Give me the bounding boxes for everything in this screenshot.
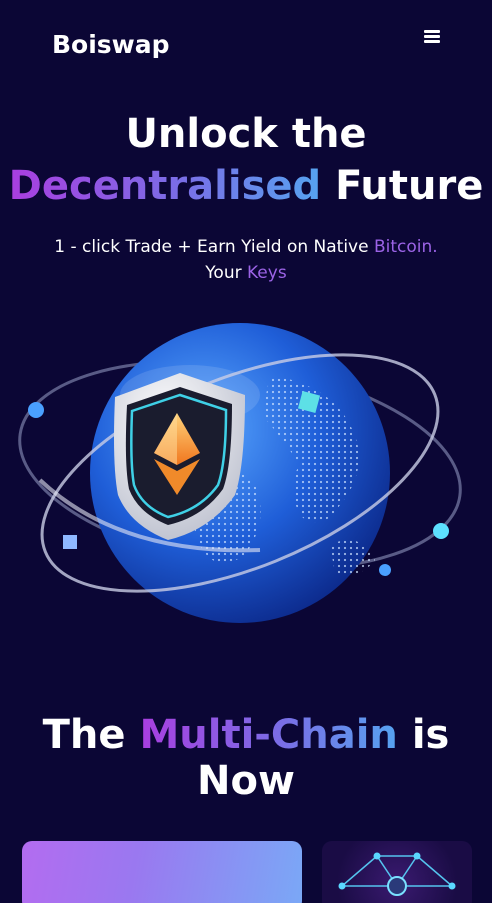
subtitle-accent-keys: Keys bbox=[247, 263, 287, 283]
orbit-node bbox=[28, 402, 44, 418]
hero-title: Unlock the Decentralised Future bbox=[0, 108, 492, 212]
subtitle-accent-bitcoin: Bitcoin. bbox=[373, 237, 438, 257]
section-title-highlight: Multi-Chain bbox=[139, 712, 398, 758]
section-title: The Multi-Chain is Now bbox=[0, 712, 492, 804]
orbit-node bbox=[379, 564, 391, 576]
section-title-part3: Now bbox=[197, 758, 295, 804]
network-icon bbox=[338, 852, 456, 896]
hero-title-line1: Unlock the bbox=[125, 111, 367, 157]
section-title-part1: The bbox=[42, 712, 126, 758]
hero-title-rest: Future bbox=[335, 163, 484, 209]
orbit-node bbox=[433, 523, 449, 539]
globe-svg bbox=[18, 323, 462, 623]
feature-card-network-image[interactable] bbox=[322, 841, 472, 903]
logo[interactable]: Boiswap bbox=[52, 30, 170, 59]
hero-title-highlight: Decentralised bbox=[8, 163, 322, 209]
globe-shield-ethereum-illustration bbox=[0, 305, 492, 635]
subtitle-text-1: 1 - click Trade + Earn Yield on Native bbox=[54, 237, 369, 257]
hero-subtitle: 1 - click Trade + Earn Yield on Native B… bbox=[0, 234, 492, 286]
orbit-cube bbox=[63, 535, 77, 549]
feature-card[interactable] bbox=[22, 841, 302, 903]
section-title-part2: is bbox=[411, 712, 450, 758]
hero-section: Unlock the Decentralised Future 1 - clic… bbox=[0, 108, 492, 286]
subtitle-text-2: Your bbox=[205, 263, 242, 283]
hamburger-menu-icon[interactable] bbox=[424, 30, 440, 44]
header: Boiswap bbox=[0, 0, 492, 90]
